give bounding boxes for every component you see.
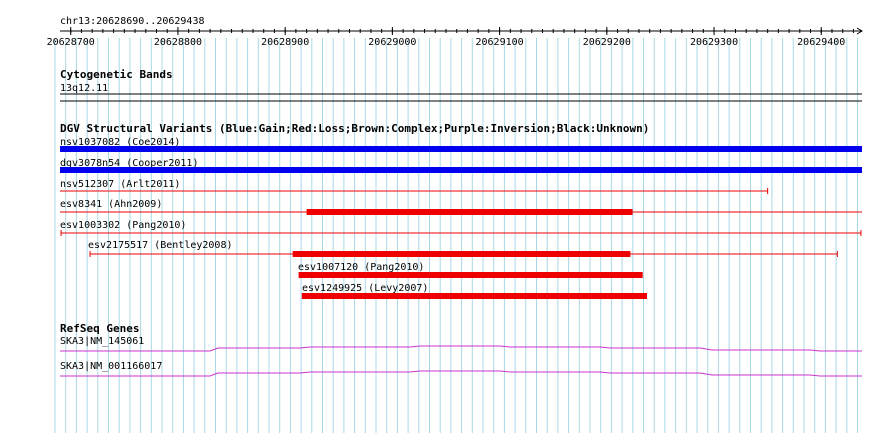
dgv-variant-thick-bar[interactable]	[299, 272, 643, 278]
dgv-variant[interactable]: nsv1037082 (Coe2014)	[60, 137, 862, 152]
dgv-variant[interactable]: dgv3078n54 (Cooper2011)	[60, 158, 862, 173]
dgv-variant-thick-bar[interactable]	[302, 293, 647, 299]
dgv-variant-label[interactable]: esv1007120 (Pang2010)	[298, 262, 424, 273]
dgv-variant-thick-bar[interactable]	[306, 209, 633, 215]
ruler-tick-label: 20629100	[476, 37, 524, 48]
ruler-tick-label: 20629400	[797, 37, 845, 48]
dgv-variant-label[interactable]: esv1003302 (Pang2010)	[60, 220, 186, 231]
dgv-variant-thick-bar[interactable]	[292, 251, 631, 257]
gene-model-nm-001166017[interactable]	[60, 370, 862, 377]
dgv-variant[interactable]: nsv512307 (Arlt2011)	[60, 179, 769, 194]
refseq-track-title: RefSeq Genes	[60, 322, 139, 335]
ruler-region-label: chr13:20628690..20629438	[60, 16, 205, 27]
genome-browser-track-view: chr13:20628690..20629438 20628700 2062880…	[47, 16, 863, 433]
dgv-variant-label[interactable]: esv8341 (Ahn2009)	[60, 199, 162, 210]
dgv-track-title: DGV Structural Variants (Blue:Gain;Red:L…	[60, 122, 649, 135]
dgv-variant[interactable]: esv8341 (Ahn2009)	[60, 199, 862, 215]
dgv-features: nsv1037082 (Coe2014) dgv3078n54 (Cooper20…	[60, 137, 862, 299]
ruler-tick-label: 20628900	[261, 37, 309, 48]
ruler-tick-label: 20629300	[690, 37, 738, 48]
ruler-tick-label: 20628700	[47, 37, 95, 48]
dgv-variant[interactable]: esv2175517 (Bentley2008)	[88, 240, 838, 257]
ruler-tick-label: 20629000	[368, 37, 416, 48]
gene-label-nm-145061[interactable]: SKA3|NM_145061	[60, 336, 144, 347]
gene-label-nm-001166017[interactable]: SKA3|NM_001166017	[60, 361, 162, 372]
dgv-variant-label[interactable]: esv1249925 (Levy2007)	[302, 283, 428, 294]
ruler-tick-label: 20629200	[583, 37, 631, 48]
grid-lines	[54, 38, 858, 433]
cytogenetic-bands-track[interactable]: Cytogenetic Bands 13q12.11	[60, 68, 862, 102]
gene-model-nm-145061[interactable]	[60, 345, 862, 352]
cytoband-label: 13q12.11	[60, 83, 108, 94]
dgv-variant[interactable]: esv1003302 (Pang2010)	[60, 220, 862, 236]
dgv-structural-variants-track[interactable]: DGV Structural Variants (Blue:Gain;Red:L…	[60, 122, 862, 299]
ruler-tick-label: 20628800	[154, 37, 202, 48]
dgv-variant-label[interactable]: nsv512307 (Arlt2011)	[60, 179, 180, 190]
dgv-variant-bar[interactable]	[60, 167, 862, 173]
dgv-variant[interactable]: esv1007120 (Pang2010)	[298, 262, 643, 278]
dgv-variant[interactable]: esv1249925 (Levy2007)	[301, 283, 647, 299]
dgv-variant-label[interactable]: esv2175517 (Bentley2008)	[88, 240, 233, 251]
dgv-variant-bar[interactable]	[60, 146, 862, 152]
refseq-genes-track[interactable]: RefSeq Genes SKA3|NM_145061 SKA3|NM_0011…	[60, 322, 862, 377]
cytobands-track-title: Cytogenetic Bands	[60, 68, 173, 81]
